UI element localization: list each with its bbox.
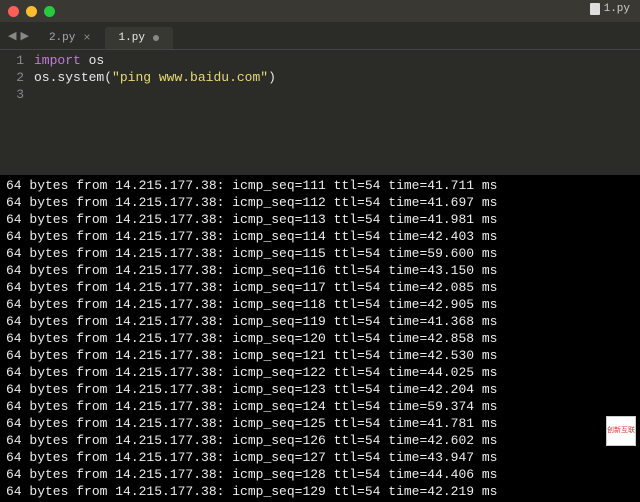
tab-label: 1.py: [119, 32, 145, 44]
terminal-line: 64 bytes from 14.215.177.38: icmp_seq=11…: [6, 211, 634, 228]
terminal-line: 64 bytes from 14.215.177.38: icmp_seq=12…: [6, 381, 634, 398]
terminal-line: 64 bytes from 14.215.177.38: icmp_seq=12…: [6, 449, 634, 466]
tab-bar: ◀ ▶ 2.py × 1.py: [0, 22, 640, 50]
terminal-line: 64 bytes from 14.215.177.38: icmp_seq=11…: [6, 177, 634, 194]
terminal-line: 64 bytes from 14.215.177.38: icmp_seq=12…: [6, 466, 634, 483]
document-icon: [590, 3, 600, 15]
terminal-line: 64 bytes from 14.215.177.38: icmp_seq=12…: [6, 415, 634, 432]
module-name: os: [89, 53, 105, 68]
watermark-logo: 创新互联: [606, 416, 636, 446]
terminal-line: 64 bytes from 14.215.177.38: icmp_seq=12…: [6, 330, 634, 347]
maximize-icon[interactable]: [44, 6, 55, 17]
editor-pane: 1.py ◀ ▶ 2.py × 1.py 1 2 3 import os os.…: [0, 0, 640, 175]
line-number: 3: [0, 86, 24, 103]
terminal-line: 64 bytes from 14.215.177.38: icmp_seq=12…: [6, 364, 634, 381]
code-line[interactable]: [34, 86, 640, 103]
terminal-line: 64 bytes from 14.215.177.38: icmp_seq=12…: [6, 432, 634, 449]
title-filename-text: 1.py: [604, 3, 630, 15]
code-line[interactable]: os.system("ping www.baidu.com"): [34, 69, 640, 86]
code-editor[interactable]: 1 2 3 import os os.system("ping www.baid…: [0, 50, 640, 175]
line-number-gutter: 1 2 3: [0, 52, 34, 175]
terminal-line: 64 bytes from 14.215.177.38: icmp_seq=11…: [6, 262, 634, 279]
terminal-line: 64 bytes from 14.215.177.38: icmp_seq=11…: [6, 245, 634, 262]
terminal-line: 64 bytes from 14.215.177.38: icmp_seq=11…: [6, 228, 634, 245]
terminal-line: 64 bytes from 14.215.177.38: icmp_seq=11…: [6, 194, 634, 211]
terminal-line: 64 bytes from 14.215.177.38: icmp_seq=12…: [6, 398, 634, 415]
window-titlebar[interactable]: 1.py: [0, 0, 640, 22]
terminal-line: 64 bytes from 14.215.177.38: icmp_seq=12…: [6, 347, 634, 364]
dirty-indicator-icon: [153, 35, 159, 41]
code-line[interactable]: import os: [34, 52, 640, 69]
tab-2py[interactable]: 2.py ×: [35, 27, 105, 49]
terminal-line: 64 bytes from 14.215.177.38: icmp_seq=12…: [6, 483, 634, 500]
traffic-lights: [8, 6, 55, 17]
line-number: 1: [0, 52, 24, 69]
tab-label: 2.py: [49, 32, 75, 44]
code-content[interactable]: import os os.system("ping www.baidu.com"…: [34, 52, 640, 175]
tab-1py[interactable]: 1.py: [105, 27, 173, 49]
terminal-line: 64 bytes from 14.215.177.38: icmp_seq=11…: [6, 279, 634, 296]
object-name: os: [34, 70, 50, 85]
close-icon[interactable]: [8, 6, 19, 17]
nav-arrows: ◀ ▶: [6, 29, 35, 49]
keyword: import: [34, 53, 81, 68]
function-name: system: [57, 70, 104, 85]
terminal-output[interactable]: 64 bytes from 14.215.177.38: icmp_seq=11…: [0, 175, 640, 502]
watermark-text: 创新互联: [607, 428, 635, 435]
close-icon[interactable]: ×: [83, 32, 90, 44]
nav-back-icon[interactable]: ◀: [8, 29, 16, 43]
terminal-line: 64 bytes from 14.215.177.38: icmp_seq=11…: [6, 313, 634, 330]
title-filename: 1.py: [590, 3, 630, 15]
line-number: 2: [0, 69, 24, 86]
terminal-line: 64 bytes from 14.215.177.38: icmp_seq=11…: [6, 296, 634, 313]
minimize-icon[interactable]: [26, 6, 37, 17]
string-literal: "ping www.baidu.com": [112, 70, 268, 85]
nav-forward-icon[interactable]: ▶: [20, 29, 28, 43]
